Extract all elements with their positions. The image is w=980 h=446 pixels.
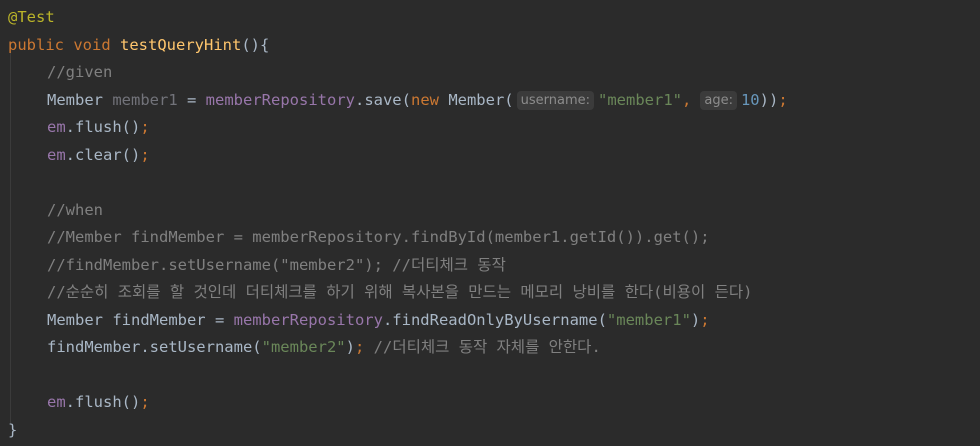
ctor-member: Member(: [438, 90, 514, 109]
code-line-11[interactable]: //순순히 조회를 할 것인데 더티체크를 하기 위해 복사본을 만드는 메모리…: [8, 279, 788, 307]
number-age: 10: [740, 90, 760, 109]
string-member2: "member2": [261, 338, 346, 356]
code-line-4[interactable]: Member member1 = memberRepository.save(n…: [8, 87, 788, 115]
code-line-8[interactable]: //when: [8, 197, 788, 225]
call-save: .save(: [354, 90, 411, 109]
string-member1: "member1": [606, 310, 691, 329]
code-editor[interactable]: @Test public void testQueryHint(){ //giv…: [0, 0, 980, 446]
semicolon: ;: [140, 145, 150, 164]
code-line-3[interactable]: //given: [8, 59, 788, 87]
code-line-9[interactable]: //Member findMember = memberRepository.f…: [8, 224, 788, 252]
call-clear: .clear(): [65, 145, 141, 164]
call-flush: .flush(): [65, 118, 141, 136]
comma: ,: [682, 90, 692, 109]
keyword-public: public: [8, 35, 64, 54]
field-member-repository: memberRepository: [233, 310, 383, 329]
field-em: em: [47, 393, 66, 411]
semicolon: ;: [354, 338, 365, 356]
code-line-13[interactable]: findMember.setUsername("member2"); //더티체…: [8, 334, 788, 362]
call-flush: .flush(): [65, 393, 141, 411]
type-member: Member: [47, 90, 103, 109]
field-member-repository: memberRepository: [205, 90, 355, 109]
close-paren: ): [690, 310, 701, 329]
code-line-2[interactable]: public void testQueryHint(){: [8, 32, 788, 60]
comment-when: //when: [47, 200, 103, 219]
comment-memory-waste: //순순히 조회를 할 것인데 더티체크를 하기 위해 복사본을 만드는 메모리…: [47, 283, 753, 301]
comment-find-by-id: //Member findMember = memberRepository.f…: [47, 228, 710, 246]
code-line-14[interactable]: [8, 362, 788, 390]
var-member1: member1: [112, 90, 178, 109]
code-line-6[interactable]: em.clear();: [8, 142, 788, 170]
semicolon: ;: [778, 90, 788, 109]
closing-brace: }: [8, 420, 18, 439]
code-line-15[interactable]: em.flush();: [8, 389, 788, 417]
test-annotation: @Test: [8, 8, 55, 26]
close-paren: ): [345, 338, 355, 356]
comment-given: //given: [47, 63, 113, 81]
set-username-call: findMember.setUsername(: [47, 338, 262, 356]
assign-operator: =: [177, 90, 206, 109]
semicolon: ;: [700, 310, 710, 329]
field-em: em: [47, 145, 66, 164]
param-hint-username: username:: [516, 90, 595, 110]
code-area[interactable]: @Test public void testQueryHint(){ //giv…: [8, 4, 788, 444]
semicolon: ;: [140, 393, 150, 411]
find-member-declaration: Member findMember =: [47, 310, 234, 329]
method-name: testQueryHint: [120, 35, 242, 54]
code-line-1[interactable]: @Test: [8, 4, 788, 32]
code-line-16[interactable]: }: [8, 417, 788, 445]
code-line-10[interactable]: //findMember.setUsername("member2"); //더…: [8, 252, 788, 280]
keyword-void: void: [73, 35, 111, 54]
string-member1: "member1": [598, 90, 683, 109]
code-line-7[interactable]: [8, 169, 788, 197]
code-line-5[interactable]: em.flush();: [8, 114, 788, 142]
code-line-12[interactable]: Member findMember = memberRepository.fin…: [8, 307, 788, 335]
param-hint-age: age:: [700, 90, 737, 110]
close-parens: )): [759, 90, 779, 109]
comment-set-username: //findMember.setUsername("member2"); //더…: [47, 255, 506, 274]
comment-no-dirty-check: //더티체크 동작 자체를 안한다.: [364, 338, 601, 356]
method-signature-tail: (){: [241, 35, 270, 54]
keyword-new: new: [410, 90, 439, 109]
semicolon: ;: [140, 118, 150, 136]
field-em: em: [47, 118, 66, 136]
call-find-read-only: .findReadOnlyByUsername(: [382, 310, 607, 329]
